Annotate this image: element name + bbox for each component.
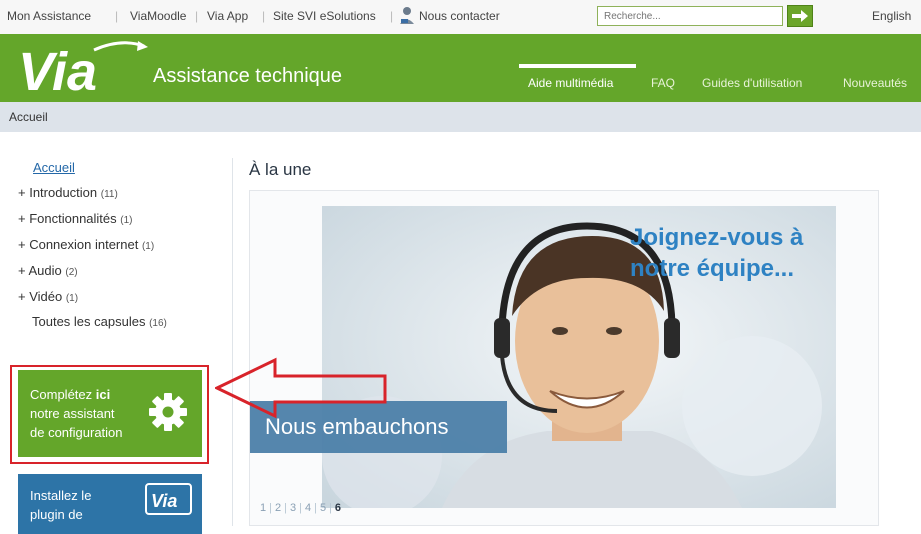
separator: | bbox=[115, 9, 119, 23]
sidebar-item-count: (11) bbox=[100, 189, 118, 200]
sidebar-item-count: (2) bbox=[65, 267, 78, 278]
slider-pager: 1 | 2 | 3 | 4 | 5 | 6 bbox=[260, 502, 342, 514]
separator: | bbox=[390, 9, 394, 23]
highlight-frame bbox=[10, 365, 209, 464]
svg-text:Via: Via bbox=[18, 42, 97, 98]
nav-nouveautes[interactable]: Nouveautés bbox=[843, 76, 907, 90]
sidebar-item-count: (16) bbox=[149, 318, 167, 329]
top-bar: Mon Assistance | ViaMoodle | Via App | S… bbox=[0, 0, 921, 34]
sidebar-home-link[interactable]: Accueil bbox=[33, 160, 75, 175]
breadcrumb-current[interactable]: Accueil bbox=[9, 110, 48, 124]
slide-headline: Joignez-vous à notre équipe... bbox=[630, 222, 803, 284]
search-button[interactable] bbox=[787, 5, 813, 27]
sidebar-item-audio[interactable]: + Audio (2) bbox=[18, 263, 78, 278]
sidebar-item-label: + Audio bbox=[18, 263, 62, 278]
arrow-right-icon bbox=[792, 10, 808, 22]
pager-page-6[interactable]: 6 bbox=[335, 502, 341, 514]
install-plugin-button[interactable]: Installez le plugin de Via bbox=[18, 474, 202, 534]
install-plugin-text: Installez le plugin de bbox=[30, 486, 91, 524]
sidebar-item-label: + Introduction bbox=[18, 185, 98, 200]
sidebar-item-label: Toutes les capsules bbox=[32, 314, 146, 329]
svg-text:Via: Via bbox=[151, 491, 177, 511]
link-site-svi-esolutions[interactable]: Site SVI eSolutions bbox=[273, 9, 376, 23]
sidebar-item-fonctionnalites[interactable]: + Fonctionnalités (1) bbox=[18, 211, 133, 226]
link-via-app[interactable]: Via App bbox=[207, 9, 248, 23]
red-arrow-annotation bbox=[215, 357, 387, 419]
plugin-line2: plugin de bbox=[30, 507, 83, 522]
site-header: Via Assistance technique Aide multimédia… bbox=[0, 34, 921, 102]
sidebar-item-label: + Connexion internet bbox=[18, 237, 139, 252]
slide-headline-line2: notre équipe... bbox=[630, 255, 795, 282]
sidebar-item-video[interactable]: + Vidéo (1) bbox=[18, 289, 78, 304]
sidebar-item-label: + Fonctionnalités bbox=[18, 211, 117, 226]
link-nous-contacter[interactable]: Nous contacter bbox=[419, 9, 500, 23]
slide-headline-line1: Joignez-vous à bbox=[630, 224, 804, 251]
link-mon-assistance[interactable]: Mon Assistance bbox=[7, 9, 91, 23]
nav-guides-utilisation[interactable]: Guides d'utilisation bbox=[702, 76, 802, 90]
sidebar-item-label: + Vidéo bbox=[18, 289, 63, 304]
breadcrumb bbox=[0, 102, 921, 132]
sidebar-divider bbox=[232, 158, 233, 526]
user-phone-icon[interactable] bbox=[399, 6, 416, 26]
separator: | bbox=[195, 9, 199, 23]
nav-faq[interactable]: FAQ bbox=[651, 76, 675, 90]
sidebar-item-count: (1) bbox=[141, 241, 155, 252]
site-title: Assistance technique bbox=[153, 65, 343, 87]
via-logo[interactable]: Via bbox=[16, 38, 151, 98]
section-title: À la une bbox=[249, 160, 312, 179]
via-badge-icon: Via bbox=[145, 483, 192, 515]
plugin-line1: Installez le bbox=[30, 488, 92, 503]
sidebar-item-count: (1) bbox=[120, 215, 133, 226]
sidebar-item-all-capsules[interactable]: Toutes les capsules (16) bbox=[32, 314, 167, 329]
nav-aide-multimedia[interactable]: Aide multimédia bbox=[528, 76, 613, 90]
search-input[interactable] bbox=[597, 6, 783, 26]
sidebar-item-count: (1) bbox=[65, 293, 79, 304]
active-nav-indicator bbox=[519, 64, 636, 68]
separator: | bbox=[262, 9, 266, 23]
link-viamoodle[interactable]: ViaMoodle bbox=[130, 9, 186, 23]
language-switch[interactable]: English bbox=[872, 9, 911, 23]
sidebar-item-introduction[interactable]: + Introduction (11) bbox=[18, 185, 118, 200]
sidebar-item-connexion-internet[interactable]: + Connexion internet (1) bbox=[18, 237, 154, 252]
